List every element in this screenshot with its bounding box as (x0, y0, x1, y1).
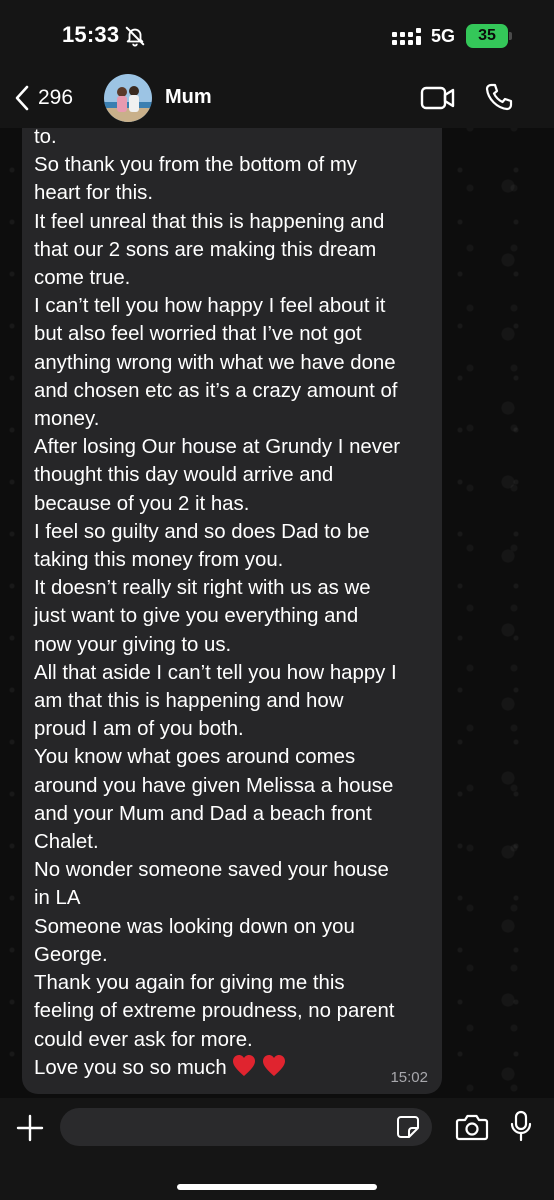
microphone-icon[interactable] (510, 1110, 532, 1142)
message-line: anything wrong with what we have done (34, 351, 396, 374)
status-bar: 15:33 5G 35 (0, 0, 554, 70)
message-line: and chosen etc as it’s a crazy amount of (34, 379, 398, 402)
message-line: thought this day would arrive and (34, 464, 334, 487)
message-line: come true. (34, 267, 131, 290)
status-time: 15:33 (62, 22, 120, 47)
message-line: now your giving to us. (34, 633, 232, 656)
message-input[interactable] (60, 1108, 432, 1146)
message-line: because of you 2 it has. (34, 492, 250, 515)
message-line: in LA (34, 887, 81, 910)
heart-emoji (263, 1054, 286, 1076)
message-line: just want to give you everything and (34, 605, 359, 628)
message-line: that our 2 sons are making this dream (34, 238, 377, 261)
heart-emoji (233, 1054, 256, 1076)
message-line: but also feel worried that I’ve not got (34, 323, 362, 346)
bell-slash-icon (125, 26, 145, 47)
message-line: am that this is happening and how (34, 690, 344, 713)
message-line: All that aside I can’t tell you how happ… (34, 661, 397, 684)
message-text: to. So thank you from the bottom of my h… (34, 128, 438, 1082)
chat-header: 296 Mum (0, 70, 554, 128)
chevron-left-icon (15, 85, 29, 111)
heart-emoji-pair (233, 1054, 286, 1076)
message-line: Chalet. (34, 831, 99, 854)
signal-icon (392, 28, 421, 45)
message-line: feeling of extreme proudness, no parent (34, 1000, 395, 1023)
back-button[interactable]: 296 (14, 82, 73, 114)
message-line: It feel unreal that this is happening an… (34, 210, 385, 233)
message-line: So thank you from the bottom of my (34, 154, 358, 177)
battery-level: 35 (478, 27, 496, 44)
message-line: money. (34, 408, 100, 431)
message-line: I can’t tell you how happy I feel about … (34, 295, 386, 318)
message-line: After losing Our house at Grundy I never (34, 436, 401, 459)
network-type: 5G (431, 26, 456, 46)
message-line: and your Mum and Dad a beach front (34, 802, 372, 825)
message-line: around you have given Melissa a house (34, 774, 394, 797)
message-line: proud I am of you both. (34, 718, 244, 741)
message-line: taking this money from you. (34, 549, 284, 572)
message-line: George. (34, 943, 108, 966)
message-line: It doesn’t really sit right with us as w… (34, 577, 371, 600)
battery-tip (509, 32, 512, 40)
phone-icon[interactable] (484, 82, 514, 112)
sticker-icon[interactable] (396, 1115, 420, 1139)
video-camera-icon[interactable] (420, 85, 456, 111)
camera-icon[interactable] (455, 1113, 489, 1141)
message-line: heart for this. (34, 182, 153, 205)
message-line: You know what goes around comes (34, 746, 356, 769)
message-line: Someone was looking down on you (34, 915, 355, 938)
contact-avatar[interactable] (104, 74, 152, 122)
message-last-line: Love you so so much (34, 1056, 227, 1079)
message-line: Thank you again for giving me this (34, 972, 345, 995)
message-bubble[interactable]: to. So thank you from the bottom of my h… (22, 128, 442, 1094)
message-line: could ever ask for more. (34, 1028, 253, 1051)
message-timestamp: 15:02 (390, 1069, 428, 1086)
message-line: to. (34, 128, 57, 148)
battery-icon: 35 (466, 24, 508, 48)
plus-icon[interactable] (16, 1114, 44, 1142)
unread-count: 296 (38, 86, 74, 109)
home-indicator[interactable] (177, 1184, 377, 1190)
contact-name[interactable]: Mum (165, 86, 212, 109)
message-line: I feel so guilty and so does Dad to be (34, 520, 370, 543)
message-line: No wonder someone saved your house (34, 859, 389, 882)
